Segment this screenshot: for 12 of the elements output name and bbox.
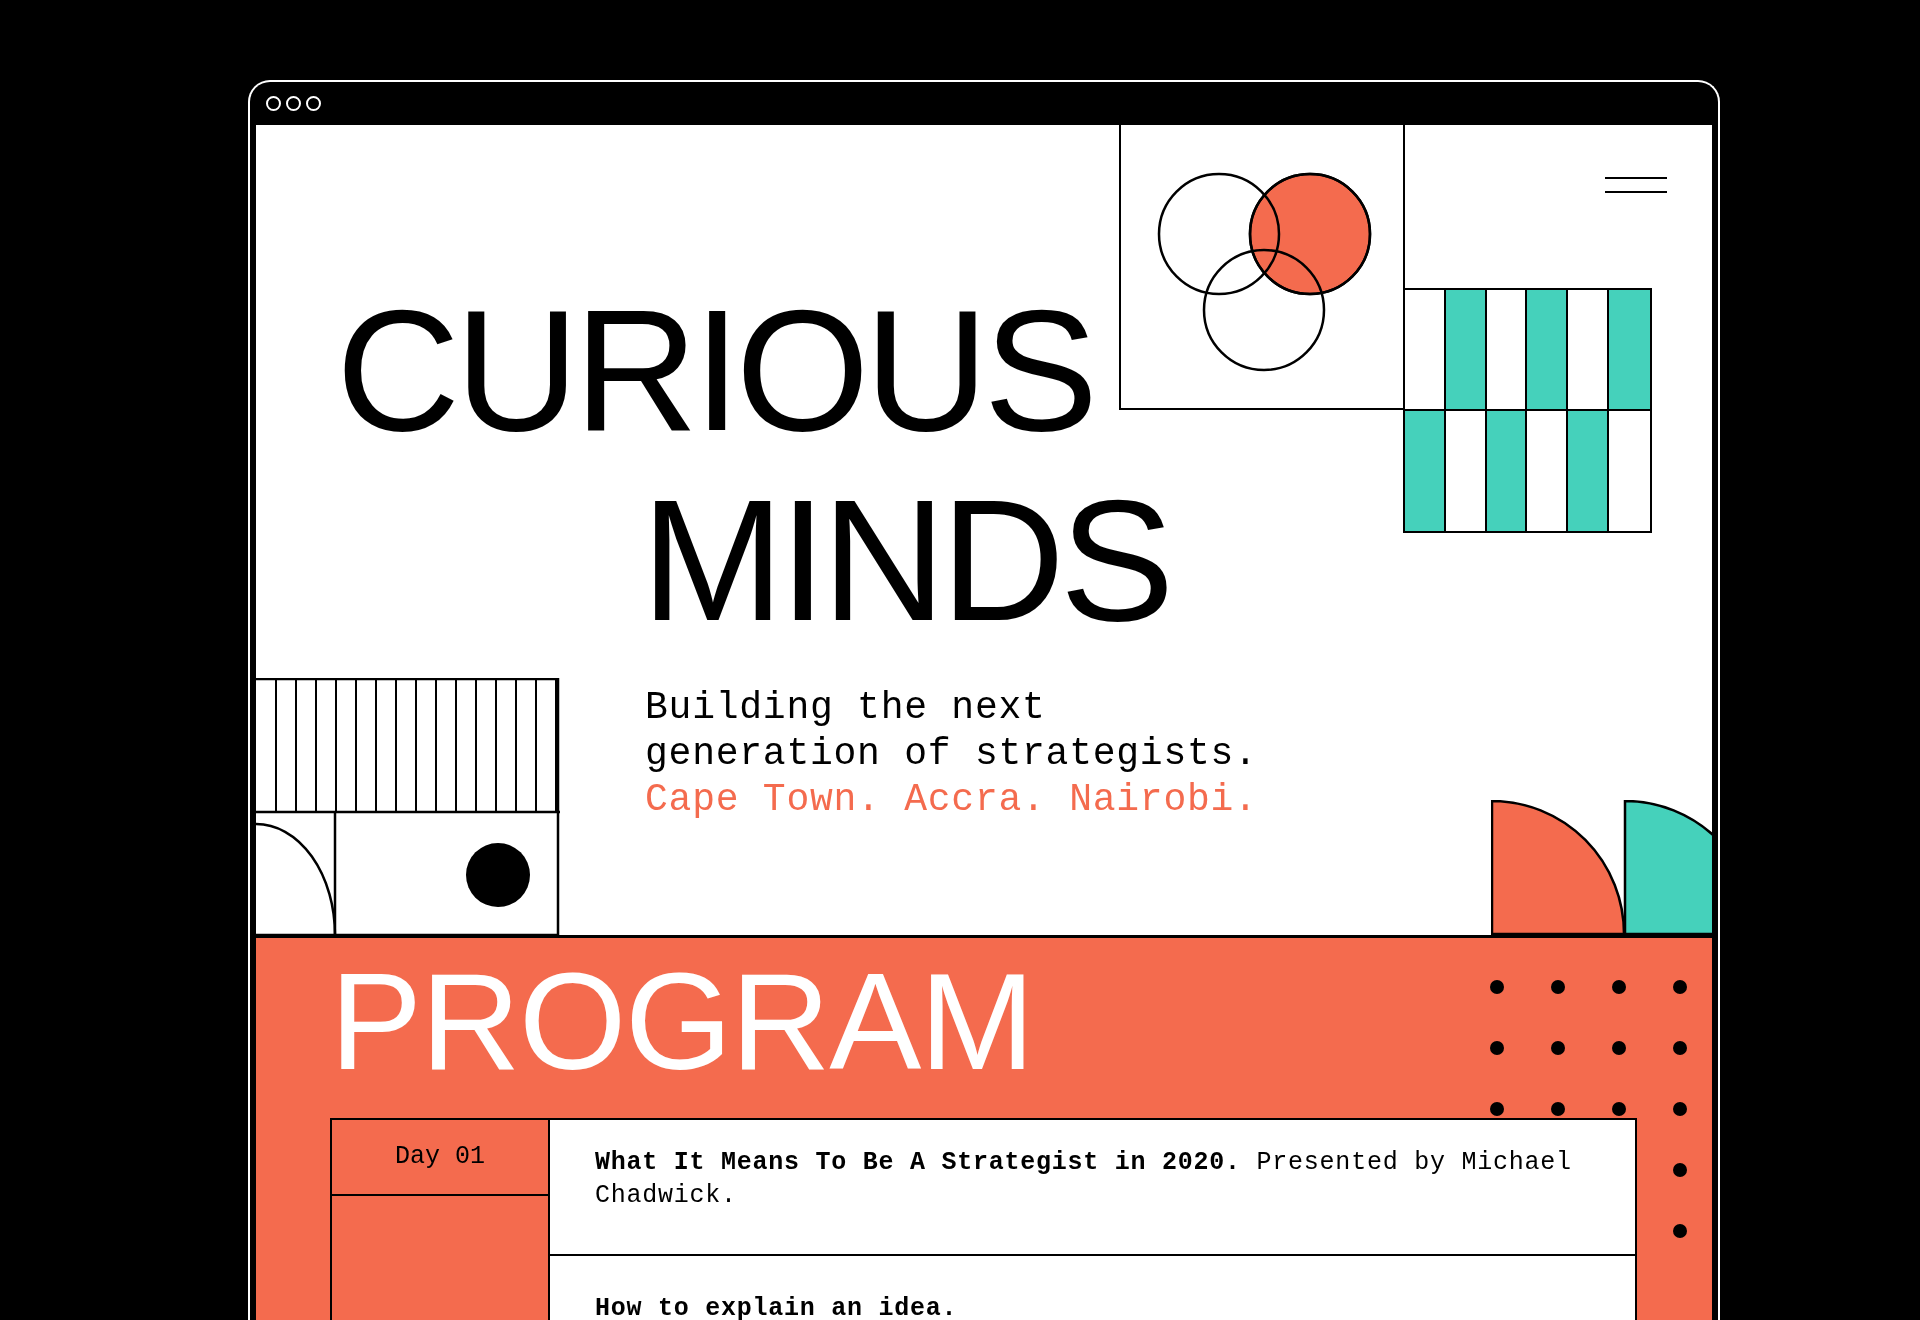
locations: Cape Town. Accra. Nairobi. — [645, 777, 1258, 823]
hero-title: MINDS — [641, 465, 1170, 655]
section-title: PROGRAM — [330, 946, 1035, 1096]
tagline: Building the next — [645, 685, 1047, 731]
day-label: Day 01 — [332, 1120, 548, 1196]
window-control-icon[interactable] — [286, 96, 301, 111]
session-description: What It Means To Be A Strategist in 2020. Presented by Michael Chadwick. — [595, 1148, 1572, 1210]
window-control-icon[interactable] — [306, 96, 321, 111]
window-control-icon[interactable] — [266, 96, 281, 111]
session-description: How to explain an idea. — [595, 1294, 958, 1320]
tagline: generation of strategists. — [645, 731, 1258, 777]
hero-title: CURIOUS — [336, 275, 1095, 465]
